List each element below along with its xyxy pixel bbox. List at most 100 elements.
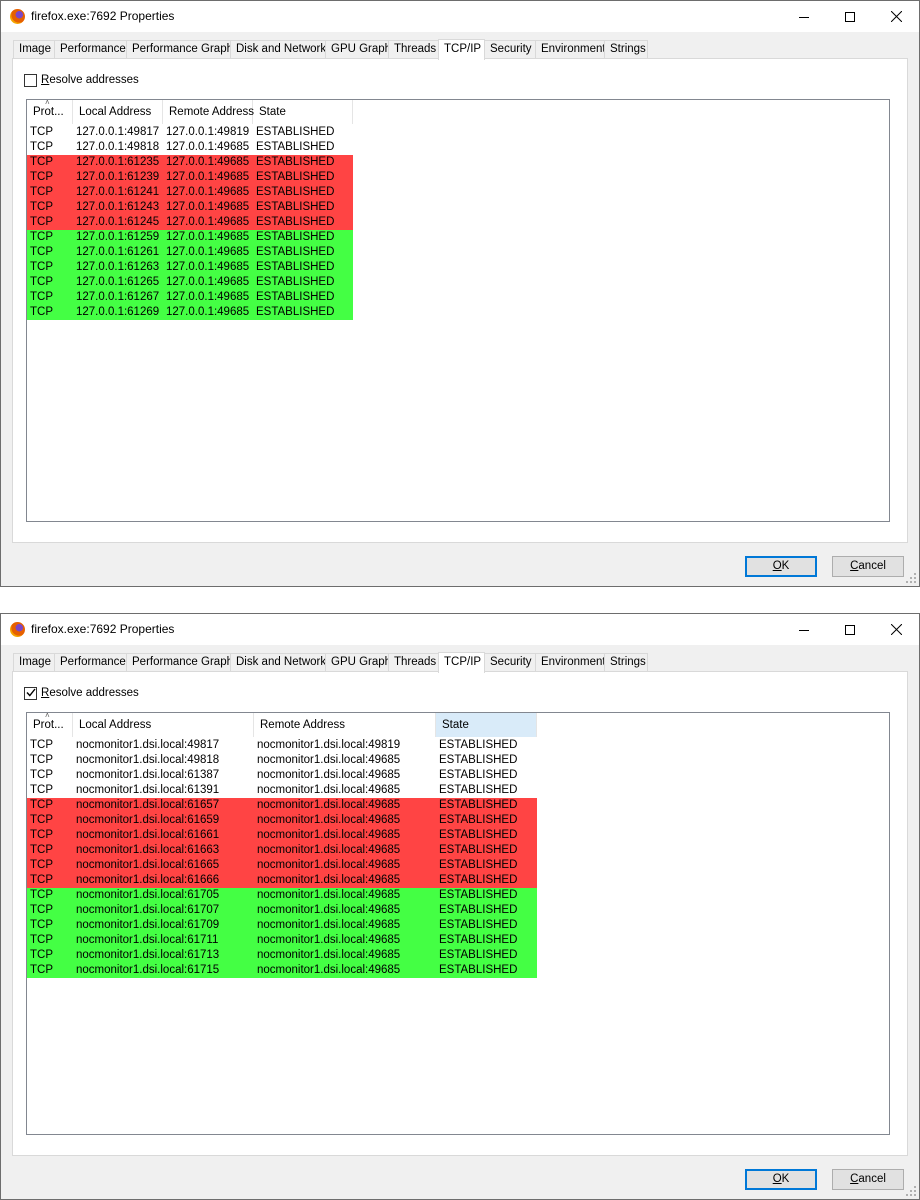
table-row[interactable]: TCP nocmonitor1.dsi.local:61659 nocmonitor… — [27, 813, 537, 828]
minimize-button[interactable] — [781, 1, 827, 32]
column-header-label: Prot... — [33, 106, 64, 118]
table-row[interactable]: TCP nocmonitor1.dsi.local:61661 nocmonitor… — [27, 828, 537, 843]
table-row[interactable]: TCP 127.0.0.1:61241 127.0.0.1:49685 ESTABLI… — [27, 185, 353, 200]
sort-ascending-icon: ˄ — [45, 712, 50, 720]
table-row[interactable]: TCP nocmonitor1.dsi.local:61666 nocmonitor… — [27, 873, 537, 888]
resolve-addresses-checkbox[interactable]: Resolve addresses — [24, 73, 139, 87]
resolve-addresses-checkbox[interactable]: Resolve addresses — [24, 686, 139, 700]
table-row[interactable]: TCP nocmonitor1.dsi.local:61715 nocmonitor… — [27, 963, 537, 978]
column-header-protocol[interactable]: Prot... ˄ — [27, 713, 73, 737]
table-row[interactable]: TCP nocmonitor1.dsi.local:49818 nocmonitor… — [27, 753, 537, 768]
cancel-label-rest: ancel — [858, 1173, 886, 1185]
tab-security[interactable]: Security — [484, 653, 536, 672]
checkbox-box[interactable] — [24, 73, 37, 87]
ok-label-rest: K — [781, 1173, 790, 1185]
connections-list[interactable]: Prot... ˄ Local Address Remote Address State… — [26, 99, 890, 522]
table-row[interactable]: TCP nocmonitor1.dsi.local:61663 nocmonitor… — [27, 843, 537, 858]
cell-state: ESTABLISHED — [439, 919, 518, 931]
tab-threads[interactable]: Threads — [388, 40, 439, 59]
cell-local-address: 127.0.0.1:61241 — [76, 186, 160, 198]
cell-local-address: nocmonitor1.dsi.local:61665 — [76, 859, 220, 871]
connections-list[interactable]: Prot... ˄ Local Address Remote Address State… — [26, 712, 890, 1135]
tab-gpu-graph[interactable]: GPU Graph — [325, 40, 391, 59]
column-header-state[interactable]: State — [253, 100, 353, 124]
tab-environment[interactable]: Environment — [535, 40, 606, 59]
column-header-state[interactable]: State — [436, 713, 537, 737]
table-row[interactable]: TCP nocmonitor1.dsi.local:61711 nocmonitor… — [27, 933, 537, 948]
close-button[interactable] — [873, 614, 919, 645]
title-bar[interactable]: firefox.exe:7692 Properties — [1, 1, 919, 32]
ok-button[interactable]: OK — [745, 1169, 817, 1190]
table-row[interactable]: TCP 127.0.0.1:61239 127.0.0.1:49685 ESTABLI… — [27, 170, 353, 185]
cell-local-address: 127.0.0.1:61245 — [76, 216, 160, 228]
table-row[interactable]: TCP 127.0.0.1:61267 127.0.0.1:49685 ESTABLI… — [27, 290, 353, 305]
tab-disk-and-network[interactable]: Disk and Network — [230, 653, 326, 672]
maximize-button[interactable] — [827, 1, 873, 32]
cell-protocol: TCP — [30, 156, 53, 168]
tab-performance-graph[interactable]: Performance Graph — [126, 40, 233, 59]
table-row[interactable]: TCP 127.0.0.1:61243 127.0.0.1:49685 ESTABLI… — [27, 200, 353, 215]
table-row[interactable]: TCP 127.0.0.1:49817 127.0.0.1:49819 ESTABLI… — [27, 125, 353, 140]
tab-performance-graph[interactable]: Performance Graph — [126, 653, 233, 672]
minimize-button[interactable] — [781, 614, 827, 645]
tab-strings[interactable]: Strings — [604, 653, 648, 672]
checkbox-box[interactable] — [24, 686, 37, 700]
tab-performance[interactable]: Performance — [54, 40, 127, 59]
cell-remote-address: nocmonitor1.dsi.local:49685 — [257, 859, 401, 871]
tab-strings[interactable]: Strings — [604, 40, 648, 59]
table-row[interactable]: TCP nocmonitor1.dsi.local:49817 nocmonitor… — [27, 738, 537, 753]
tab-performance[interactable]: Performance — [54, 653, 127, 672]
cell-remote-address: nocmonitor1.dsi.local:49685 — [257, 874, 401, 886]
cell-protocol: TCP — [30, 844, 53, 856]
tab-gpu-graph[interactable]: GPU Graph — [325, 653, 391, 672]
resolve-label-rest: esolve addresses — [49, 74, 139, 86]
resize-grip-icon[interactable] — [905, 1185, 917, 1197]
table-row[interactable]: TCP 127.0.0.1:49818 127.0.0.1:49685 ESTABLI… — [27, 140, 353, 155]
cancel-button[interactable]: Cancel — [832, 1169, 904, 1190]
tab-image[interactable]: Image — [13, 40, 55, 59]
column-header-protocol[interactable]: Prot... ˄ — [27, 100, 73, 124]
cell-protocol: TCP — [30, 949, 53, 961]
table-row[interactable]: TCP nocmonitor1.dsi.local:61657 nocmonitor… — [27, 798, 537, 813]
cancel-label-rest: ancel — [858, 560, 886, 572]
table-row[interactable]: TCP nocmonitor1.dsi.local:61387 nocmonitor… — [27, 768, 537, 783]
cell-local-address: 127.0.0.1:61263 — [76, 261, 160, 273]
table-row[interactable]: TCP 127.0.0.1:61269 127.0.0.1:49685 ESTABLI… — [27, 305, 353, 320]
cell-local-address: nocmonitor1.dsi.local:61661 — [76, 829, 220, 841]
resize-grip-icon[interactable] — [905, 572, 917, 584]
tab-tcp-ip[interactable]: TCP/IP — [438, 652, 485, 673]
tab-security[interactable]: Security — [484, 40, 536, 59]
table-row[interactable]: TCP nocmonitor1.dsi.local:61709 nocmonitor… — [27, 918, 537, 933]
column-header-remote-address[interactable]: Remote Address — [254, 713, 436, 737]
table-row[interactable]: TCP 127.0.0.1:61263 127.0.0.1:49685 ESTABLI… — [27, 260, 353, 275]
close-button[interactable] — [873, 1, 919, 32]
column-header-remote-address[interactable]: Remote Address — [163, 100, 254, 124]
tab-disk-and-network[interactable]: Disk and Network — [230, 40, 326, 59]
cancel-button[interactable]: Cancel — [832, 556, 904, 577]
column-header-label: Prot... — [33, 719, 64, 731]
tab-environment[interactable]: Environment — [535, 653, 606, 672]
column-header-local-address[interactable]: Local Address — [73, 713, 254, 737]
table-row[interactable]: TCP nocmonitor1.dsi.local:61705 nocmonitor… — [27, 888, 537, 903]
ok-button[interactable]: OK — [745, 556, 817, 577]
tab-threads[interactable]: Threads — [388, 653, 439, 672]
title-bar[interactable]: firefox.exe:7692 Properties — [1, 614, 919, 645]
table-row[interactable]: TCP nocmonitor1.dsi.local:61391 nocmonitor… — [27, 783, 537, 798]
cell-protocol: TCP — [30, 859, 53, 871]
cell-local-address: nocmonitor1.dsi.local:61705 — [76, 889, 220, 901]
table-row[interactable]: TCP 127.0.0.1:61235 127.0.0.1:49685 ESTABLI… — [27, 155, 353, 170]
tab-image[interactable]: Image — [13, 653, 55, 672]
tab-tcp-ip[interactable]: TCP/IP — [438, 39, 485, 60]
cell-remote-address: 127.0.0.1:49685 — [166, 171, 250, 183]
cell-remote-address: nocmonitor1.dsi.local:49685 — [257, 889, 401, 901]
table-row[interactable]: TCP 127.0.0.1:61245 127.0.0.1:49685 ESTABLI… — [27, 215, 353, 230]
table-row[interactable]: TCP 127.0.0.1:61259 127.0.0.1:49685 ESTABLI… — [27, 230, 353, 245]
table-row[interactable]: TCP 127.0.0.1:61261 127.0.0.1:49685 ESTABLI… — [27, 245, 353, 260]
table-row[interactable]: TCP nocmonitor1.dsi.local:61707 nocmonitor… — [27, 903, 537, 918]
cell-remote-address: nocmonitor1.dsi.local:49685 — [257, 829, 401, 841]
table-row[interactable]: TCP nocmonitor1.dsi.local:61665 nocmonitor… — [27, 858, 537, 873]
maximize-button[interactable] — [827, 614, 873, 645]
column-header-local-address[interactable]: Local Address — [73, 100, 163, 124]
table-row[interactable]: TCP 127.0.0.1:61265 127.0.0.1:49685 ESTABLI… — [27, 275, 353, 290]
table-row[interactable]: TCP nocmonitor1.dsi.local:61713 nocmonitor… — [27, 948, 537, 963]
